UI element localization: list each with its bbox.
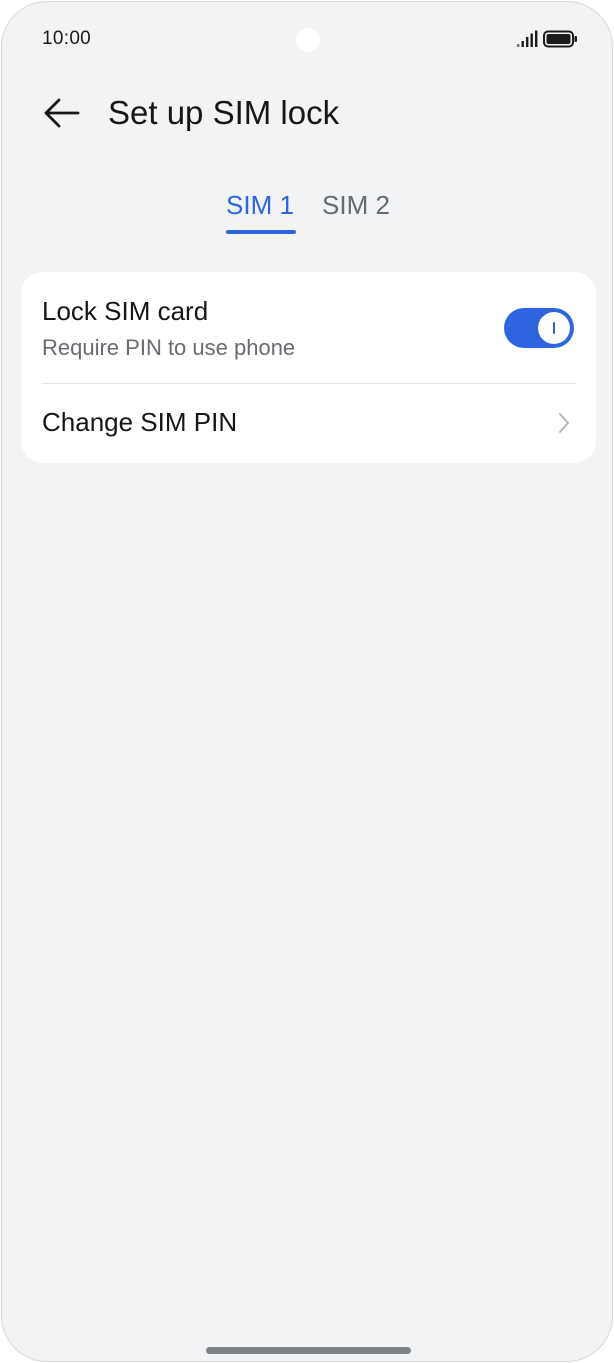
back-button[interactable] (36, 90, 86, 136)
chevron-right-icon (559, 413, 569, 433)
page-title: Set up SIM lock (108, 94, 340, 131)
app-header: Set up SIM lock (2, 78, 612, 150)
change-sim-pin-title: Change SIM PIN (42, 407, 238, 437)
status-time: 10:00 (42, 28, 92, 49)
phone-screen: 10:00 Set up SIM lock SIM 1 SIM 2 Lock S… (1, 1, 613, 1362)
lock-sim-card-subtitle: Require PIN to use phone (42, 335, 296, 360)
sim-tabs: SIM 1 SIM 2 (2, 180, 612, 240)
signal-icon (517, 30, 538, 47)
change-sim-pin-row[interactable]: Change SIM PIN (21, 384, 596, 463)
tab-sim-2[interactable]: SIM 2 (322, 188, 390, 222)
tab-sim-1[interactable]: SIM 1 (226, 188, 294, 222)
front-camera-cutout (296, 28, 320, 52)
status-bar: 10:00 (2, 2, 612, 78)
lock-sim-card-toggle[interactable] (504, 308, 574, 348)
home-indicator[interactable] (206, 1347, 411, 1354)
arrow-left-icon (44, 98, 80, 128)
lock-sim-card-row[interactable]: Lock SIM card Require PIN to use phone (21, 272, 596, 382)
toggle-knob (538, 312, 570, 344)
battery-icon (543, 30, 577, 48)
tab-selected-indicator (226, 230, 296, 234)
lock-sim-card-title: Lock SIM card (42, 296, 209, 326)
sim-lock-settings-card: Lock SIM card Require PIN to use phone C… (21, 272, 596, 463)
